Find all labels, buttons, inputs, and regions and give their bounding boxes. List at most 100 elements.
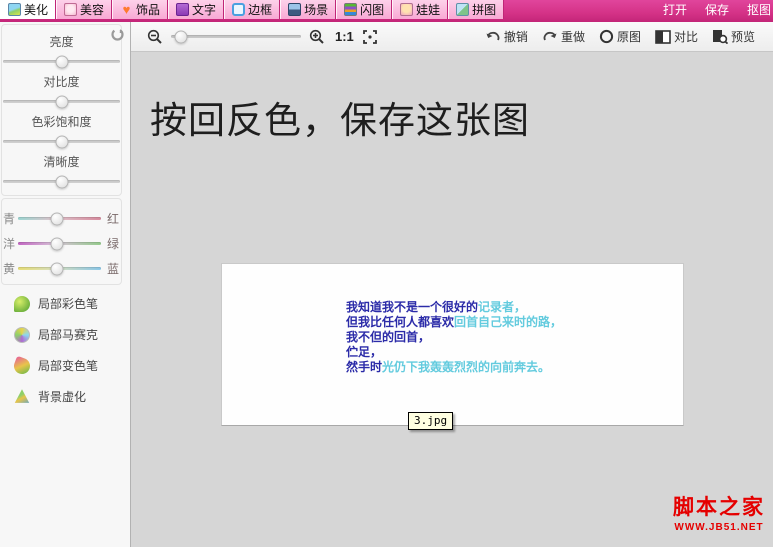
face-icon <box>64 3 78 16</box>
slider-thumb[interactable] <box>50 237 64 250</box>
saturation-slider[interactable] <box>3 135 120 148</box>
slider-thumb[interactable] <box>50 212 64 225</box>
slider-label: 清晰度 <box>43 155 80 169</box>
canvas-toolbar: 1:1 撤销 重做 原图 对比 预览 <box>131 22 773 52</box>
tab-label: 闪图 <box>360 3 385 17</box>
poem-text: 我知道我不是一个很好的记录者， 但我比任何人都喜欢回首自己来时的路， 我不但的回… <box>346 300 562 375</box>
rainbow-stripes-icon <box>344 3 358 16</box>
red-label: 红 <box>106 212 119 226</box>
save-button[interactable]: 保存 <box>705 1 729 18</box>
watermark-title: 脚本之家 <box>673 496 765 519</box>
slider-contrast: 对比度 <box>2 69 121 108</box>
tool-label: 局部彩色笔 <box>38 297 99 311</box>
color-balance-group: 青 红 洋 绿 黄 蓝 <box>1 198 122 285</box>
green-label: 绿 <box>106 237 119 251</box>
open-button[interactable]: 打开 <box>663 1 687 18</box>
poem-line: 我知道我不是一个很好的记录者， <box>346 300 527 314</box>
tab-strip: 美化 美容 ♥ 饰品 文字 边框 场景 闪图 娃娃 拼图 <box>0 0 505 19</box>
undo-icon <box>486 31 500 40</box>
contrast-slider[interactable] <box>3 95 120 108</box>
slider-thumb[interactable] <box>55 135 68 148</box>
slider-thumb[interactable] <box>55 95 68 108</box>
zoom-out-icon[interactable] <box>147 29 163 45</box>
poem-line: 伫足， <box>346 345 383 359</box>
tab-scenes[interactable]: 场景 <box>280 0 337 19</box>
blue-label: 蓝 <box>106 262 119 276</box>
slider-thumb[interactable] <box>50 262 64 275</box>
slider-label: 对比度 <box>43 75 80 89</box>
tab-collage[interactable]: 拼图 <box>448 0 505 19</box>
brightness-slider[interactable] <box>3 55 120 68</box>
tab-doll[interactable]: 娃娃 <box>392 0 449 19</box>
redo-icon <box>543 31 557 40</box>
color-pen-icon <box>11 355 33 376</box>
slider-thumb[interactable] <box>55 55 68 68</box>
history-controls: 撤销 重做 原图 对比 预览 <box>485 28 755 45</box>
slider-yellow-blue: 黄 蓝 <box>2 262 121 276</box>
tool-local-mosaic[interactable]: 局部马赛克 <box>14 326 123 343</box>
preview-button[interactable]: 预览 <box>712 28 755 45</box>
watermark-url: WWW.JB51.NET <box>674 522 764 533</box>
yellow-label: 黄 <box>3 262 16 276</box>
poem-line: 但我比任何人都喜欢回首自己来时的路， <box>346 315 563 329</box>
frame-icon <box>232 3 246 16</box>
slider-magenta-green: 洋 绿 <box>2 237 121 251</box>
tab-flash[interactable]: 闪图 <box>336 0 393 19</box>
filename-tooltip: 3.jpg <box>408 412 454 430</box>
tab-text[interactable]: 文字 <box>168 0 225 19</box>
scene-icon <box>288 3 302 16</box>
original-button[interactable]: 原图 <box>599 28 641 45</box>
canvas-area: 按回反色，保存这张图 我知道我不是一个很好的记录者， 但我比任何人都喜欢回首自己… <box>131 52 773 547</box>
undo-button[interactable]: 撤销 <box>485 28 528 45</box>
blur-icon <box>14 389 30 403</box>
zoom-slider-thumb[interactable] <box>174 30 188 43</box>
yellow-blue-slider[interactable]: 黄 蓝 <box>3 262 119 276</box>
original-circle-icon <box>599 29 614 44</box>
site-watermark: 脚本之家 WWW.JB51.NET <box>673 491 765 533</box>
slider-label: 亮度 <box>49 35 74 49</box>
zoom-slider[interactable] <box>171 30 301 43</box>
zoom-in-icon[interactable] <box>309 29 325 45</box>
tab-label: 拼图 <box>472 3 497 17</box>
photo-canvas[interactable]: 我知道我不是一个很好的记录者， 但我比任何人都喜欢回首自己来时的路， 我不但的回… <box>221 263 684 426</box>
tab-label: 饰品 <box>136 3 161 17</box>
tab-label: 美化 <box>24 3 49 17</box>
tab-label: 文字 <box>192 3 217 17</box>
slider-thumb[interactable] <box>55 175 68 188</box>
cyan-red-slider[interactable]: 青 红 <box>3 212 119 226</box>
magenta-green-slider[interactable]: 洋 绿 <box>3 237 119 251</box>
compare-button[interactable]: 对比 <box>655 28 698 45</box>
compare-icon <box>655 29 671 44</box>
tab-beauty[interactable]: 美容 <box>56 0 113 19</box>
tool-background-blur[interactable]: 背景虚化 <box>14 388 123 405</box>
tool-local-recolor-pen[interactable]: 局部变色笔 <box>11 355 123 376</box>
zoom-controls: 1:1 <box>147 29 378 45</box>
top-actions: 打开 保存 抠图 <box>663 0 773 19</box>
basic-adjust-group: 亮度 对比度 色彩饱和度 清晰度 <box>1 24 124 196</box>
text-icon <box>176 3 190 16</box>
tab-label: 场景 <box>304 3 329 17</box>
image-icon <box>8 3 21 16</box>
cutout-button[interactable]: 抠图 <box>747 1 771 18</box>
mosaic-icon <box>14 326 30 343</box>
tab-decorations[interactable]: ♥ 饰品 <box>112 0 169 19</box>
preview-icon <box>712 30 728 44</box>
redo-button[interactable]: 重做 <box>542 28 585 45</box>
cyan-label: 青 <box>3 212 16 226</box>
clarity-slider[interactable] <box>3 175 120 188</box>
tool-local-color-pen[interactable]: 局部彩色笔 <box>14 295 123 312</box>
local-tools-group: 局部彩色笔 局部马赛克 局部变色笔 背景虚化 <box>0 285 123 405</box>
slider-brightness: 亮度 <box>2 29 121 68</box>
tab-beautify[interactable]: 美化 <box>0 0 57 19</box>
slider-saturation: 色彩饱和度 <box>2 109 121 148</box>
heart-icon: ♥ <box>122 2 131 17</box>
tab-label: 美容 <box>80 3 105 17</box>
doll-icon <box>400 3 414 16</box>
zoom-ratio-button[interactable]: 1:1 <box>335 29 354 44</box>
collage-icon <box>456 3 470 16</box>
magenta-label: 洋 <box>3 237 16 251</box>
tab-frames[interactable]: 边框 <box>224 0 281 19</box>
instruction-heading: 按回反色，保存这张图 <box>150 100 530 141</box>
fit-screen-icon[interactable] <box>362 29 378 45</box>
top-tab-bar: 美化 美容 ♥ 饰品 文字 边框 场景 闪图 娃娃 拼图 打开 保存 抠图 <box>0 0 773 22</box>
